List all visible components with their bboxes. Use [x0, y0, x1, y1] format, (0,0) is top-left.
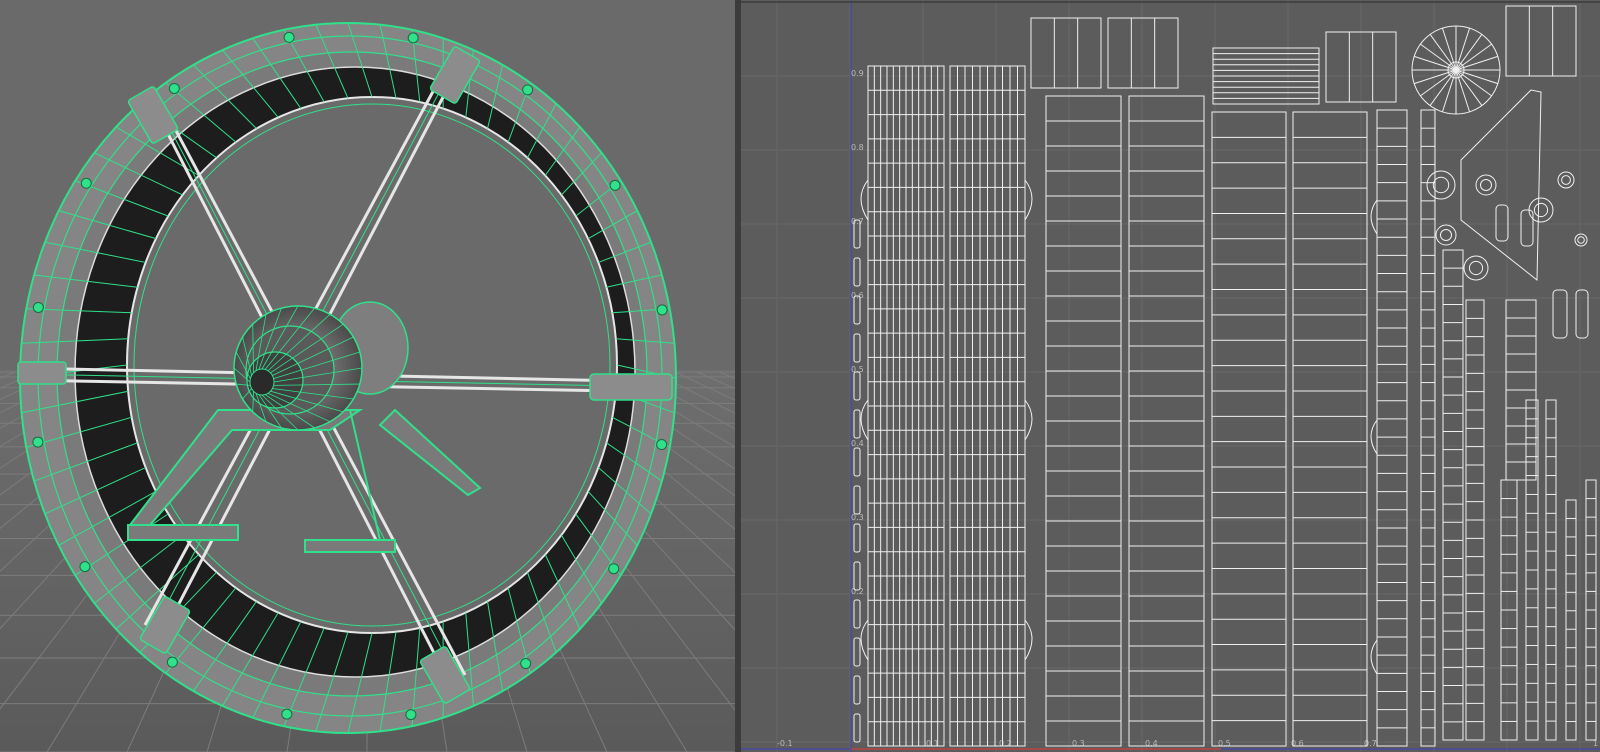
v-tick-label: 0.2 [851, 587, 864, 596]
v-tick-label: 0.4 [851, 439, 864, 448]
v-tick-label: 0.5 [851, 365, 864, 374]
uv-editor[interactable]: -0.1 0.1 0.2 0.3 0.4 0.5 0.6 0.7 1 0.9 0… [741, 0, 1600, 752]
u-tick-label: -0.1 [777, 739, 793, 748]
uv-shells[interactable] [853, 5, 1597, 747]
u-tick-label: 0.4 [1145, 739, 1158, 748]
uv-canvas[interactable]: -0.1 0.1 0.2 0.3 0.4 0.5 0.6 0.7 1 0.9 0… [741, 0, 1600, 752]
v-tick-label: 0.8 [851, 143, 864, 152]
viewport-canvas[interactable] [0, 0, 735, 752]
wheel-model[interactable] [17, 22, 677, 734]
v-tick-label: 0.9 [851, 69, 864, 78]
u-tick-label: 0.1 [926, 739, 939, 748]
u-tick-label: 0.3 [1072, 739, 1085, 748]
u-tick-label: 0.5 [1218, 739, 1231, 748]
v-tick-labels: 0.9 0.8 0.7 0.6 0.5 0.4 0.3 0.2 [851, 69, 864, 596]
uv-grid [741, 0, 1600, 752]
u-tick-label: 0.7 [1364, 739, 1377, 748]
v-tick-label: 0.7 [851, 217, 864, 226]
perspective-viewport[interactable] [0, 0, 735, 752]
